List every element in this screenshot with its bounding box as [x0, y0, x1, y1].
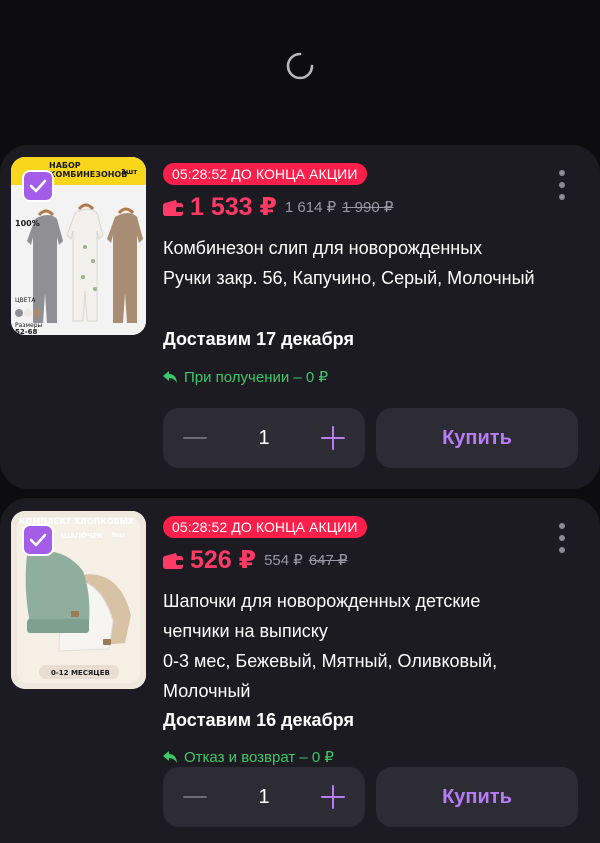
return-arrow-icon: [163, 751, 177, 763]
product-image[interactable]: НАБОР КОМБИНЕЗОНОВ 3шт 100% ЦВЕТА Размер…: [11, 157, 146, 335]
image-count-text: 3шт: [121, 168, 138, 176]
buy-button[interactable]: Купить: [376, 408, 578, 468]
product-options: 0-3 мес, Бежевый, Мятный, Оливковый, Мол…: [163, 651, 498, 701]
quantity-stepper[interactable]: 1: [163, 408, 365, 468]
card-price: 1 614 ₽: [284, 199, 337, 216]
quantity-value: 1: [258, 786, 270, 808]
image-banner-text: НАБОР КОМБИНЕЗОНОВ: [49, 161, 128, 179]
select-checkbox[interactable]: [22, 170, 54, 202]
wallet-icon: [163, 199, 183, 216]
image-cotton-text: 100%: [15, 219, 40, 228]
image-colors-label: ЦВЕТА: [15, 297, 36, 304]
return-arrow-icon: [163, 371, 177, 383]
promo-timer-badge: 05:28:52 ДО КОНЦА АКЦИИ: [163, 163, 367, 185]
decrease-quantity-button[interactable]: [183, 785, 207, 809]
increase-quantity-button[interactable]: [321, 785, 345, 809]
image-count-text: 3шт: [111, 532, 126, 539]
delivery-date: Доставим 17 декабря: [163, 329, 354, 349]
image-sizes-value: 52-68: [15, 328, 38, 335]
price-row: 526 ₽ 554 ₽ 647 ₽: [163, 544, 348, 576]
more-options-icon[interactable]: [557, 523, 567, 553]
card-price: 554 ₽: [264, 552, 303, 569]
current-price: 526 ₽: [190, 546, 257, 574]
price-row: 1 533 ₽ 1 614 ₽ 1 990 ₽: [163, 191, 393, 223]
more-options-icon[interactable]: [557, 170, 567, 200]
buy-button[interactable]: Купить: [376, 767, 578, 827]
old-price: 647 ₽: [308, 552, 348, 569]
product-title[interactable]: Шапочки для новорожденных детские чепчик…: [163, 586, 543, 646]
image-age-text: 0-12 МЕСЯЦЕВ: [51, 669, 110, 677]
product-card[interactable]: КОМПЛЕКТ ХЛОПКОВЫХ ШАПОЧЕК 3шт 0-12 МЕСЯ…: [0, 498, 600, 843]
return-info-text: Отказ и возврат – 0 ₽: [184, 749, 334, 766]
return-info: При получении – 0 ₽: [163, 368, 328, 386]
promo-timer-badge: 05:28:52 ДО КОНЦА АКЦИИ: [163, 516, 367, 538]
delivery-date: Доставим 16 декабря: [163, 710, 354, 730]
product-card[interactable]: НАБОР КОМБИНЕЗОНОВ 3шт 100% ЦВЕТА Размер…: [0, 145, 600, 489]
quantity-stepper[interactable]: 1: [163, 767, 365, 827]
select-checkbox[interactable]: [22, 524, 54, 556]
decrease-quantity-button[interactable]: [183, 426, 207, 450]
check-icon: [29, 179, 47, 193]
current-price: 1 533 ₽: [190, 193, 277, 221]
product-title[interactable]: Комбинезон слип для новорожденных: [163, 233, 563, 263]
return-info: Отказ и возврат – 0 ₽: [163, 748, 334, 766]
product-image[interactable]: КОМПЛЕКТ ХЛОПКОВЫХ ШАПОЧЕК 3шт 0-12 МЕСЯ…: [11, 511, 146, 689]
check-icon: [29, 533, 47, 547]
old-price: 1 990 ₽: [342, 199, 394, 216]
return-info-text: При получении – 0 ₽: [184, 369, 328, 386]
quantity-value: 1: [258, 427, 270, 449]
image-banner-text-2: ШАПОЧЕК: [61, 532, 104, 540]
increase-quantity-button[interactable]: [321, 426, 345, 450]
loading-spinner-icon: [285, 51, 315, 81]
wallet-icon: [163, 552, 183, 569]
product-options: Ручки закр. 56, Капучино, Серый, Молочны…: [163, 268, 535, 288]
